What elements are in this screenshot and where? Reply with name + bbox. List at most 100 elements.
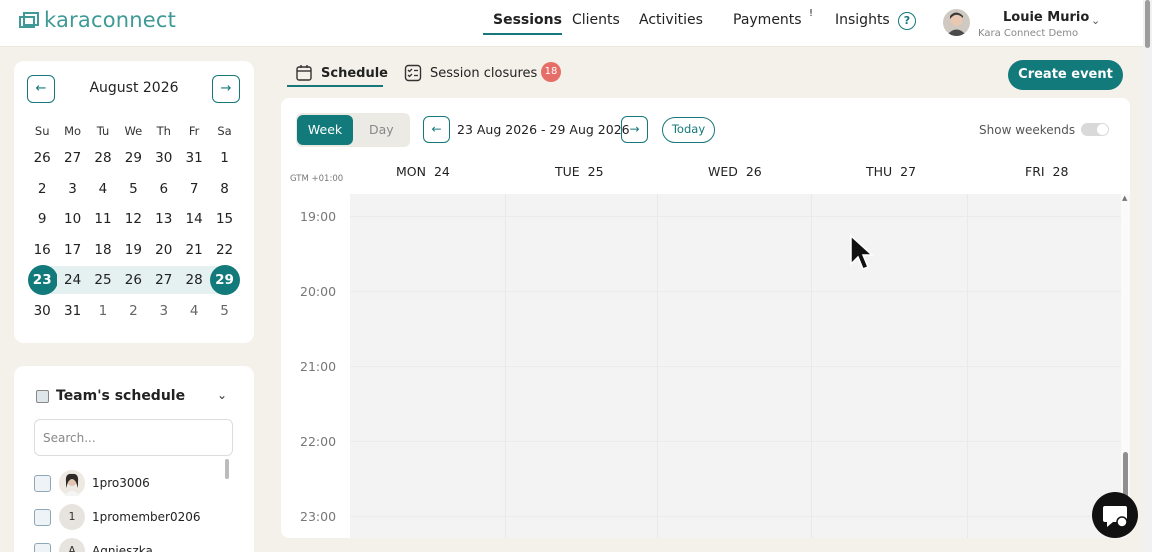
calendar-day[interactable]: 17 xyxy=(57,236,87,264)
calendar-day[interactable]: 1 xyxy=(209,144,239,172)
karaconnect-logo[interactable]: karaconnect xyxy=(18,8,176,32)
team-schedule-title: Team's schedule xyxy=(56,388,186,404)
payments-alert-marker: ! xyxy=(809,8,814,19)
calendar-day[interactable]: 5 xyxy=(118,175,148,203)
calendar-day[interactable]: 25 xyxy=(87,266,119,295)
nav-sessions[interactable]: Sessions xyxy=(493,12,562,28)
calendar-day[interactable]: 28 xyxy=(88,144,118,172)
nav-payments[interactable]: Payments xyxy=(733,12,802,28)
checklist-icon xyxy=(404,64,422,82)
today-button[interactable]: Today xyxy=(662,117,715,143)
calendar-day[interactable]: 16 xyxy=(27,236,57,264)
team-member-row[interactable]: 1pro3006 xyxy=(34,470,150,496)
calendar-day[interactable]: 4 xyxy=(179,297,209,325)
calendar-day[interactable]: 28 xyxy=(178,266,210,295)
day-view-button[interactable]: Day xyxy=(369,115,394,145)
calendar-day[interactable]: 7 xyxy=(179,175,209,203)
member-checkbox[interactable] xyxy=(34,474,51,492)
next-month-button[interactable]: → xyxy=(212,75,240,103)
calendar-day[interactable]: 26 xyxy=(27,144,57,172)
calendar-grid: Su Mo Tu We Th Fr Sa 26 27 28 29 30 31 1… xyxy=(27,119,241,326)
calendar-day[interactable]: 6 xyxy=(149,175,179,203)
calendar-day[interactable]: 27 xyxy=(57,144,87,172)
calendar-day[interactable]: 29 xyxy=(118,144,148,172)
member-name: 1promember0206 xyxy=(92,510,201,524)
team-schedule-panel: Team's schedule ⌄ 1pro3006 1 1promember0… xyxy=(14,366,254,552)
nav-clients[interactable]: Clients xyxy=(572,12,620,28)
calendar-day[interactable]: 10 xyxy=(57,205,87,233)
tab-schedule[interactable]: Schedule xyxy=(295,64,388,82)
member-avatar: 1 xyxy=(59,504,85,530)
calendar-day-range-start[interactable]: 23 xyxy=(27,265,58,296)
calendar-day[interactable]: 19 xyxy=(118,236,148,264)
scroll-up-icon[interactable]: ▲ xyxy=(1122,194,1127,202)
day-header-wed: WED 26 xyxy=(708,164,762,179)
mini-calendar: ← August 2026 → Su Mo Tu We Th Fr Sa 26 … xyxy=(14,61,254,343)
top-header: karaconnect Sessions Clients Activities … xyxy=(0,0,1152,47)
calendar-day[interactable]: 9 xyxy=(27,205,57,233)
create-event-button[interactable]: Create event xyxy=(1008,60,1123,90)
calendar-day[interactable]: 3 xyxy=(149,297,179,325)
day-number: 27 xyxy=(900,164,917,179)
week-view-button[interactable]: Week xyxy=(297,115,353,145)
team-member-row[interactable]: 1 1promember0206 xyxy=(34,504,201,530)
arrow-right-icon: → xyxy=(629,122,640,136)
calendar-time-grid[interactable] xyxy=(350,194,1121,538)
nav-insights[interactable]: Insights xyxy=(835,12,890,28)
calendar-day[interactable]: 24 xyxy=(57,266,88,295)
calendar-day[interactable]: 2 xyxy=(27,175,57,203)
page-scrollbar[interactable] xyxy=(1143,0,1152,552)
user-avatar[interactable] xyxy=(943,9,970,36)
calendar-day[interactable]: 1 xyxy=(88,297,118,325)
calendar-day[interactable]: 20 xyxy=(149,236,179,264)
tab-schedule-label: Schedule xyxy=(321,65,388,81)
page-scrollbar-thumb[interactable] xyxy=(1145,0,1150,48)
calendar-day[interactable]: 26 xyxy=(118,266,149,295)
member-checkbox[interactable] xyxy=(34,542,51,552)
calendar-day[interactable]: 4 xyxy=(88,175,118,203)
calendar-day[interactable]: 22 xyxy=(209,236,239,264)
calendar-day[interactable]: 8 xyxy=(209,175,239,203)
date-range-label: 23 Aug 2026 - 29 Aug 2026 xyxy=(457,122,630,137)
calendar-day[interactable]: 13 xyxy=(149,205,179,233)
nav-activities[interactable]: Activities xyxy=(639,12,703,28)
help-icon[interactable]: ? xyxy=(898,12,916,30)
schedule-scrollbar[interactable]: ▲ xyxy=(1121,194,1130,538)
calendar-day[interactable]: 11 xyxy=(88,205,118,233)
user-name[interactable]: Louie Murio xyxy=(1003,10,1089,25)
hour-line xyxy=(350,216,1121,217)
calendar-day[interactable]: 27 xyxy=(148,266,179,295)
calendar-day-range-end[interactable]: 29 xyxy=(209,265,241,296)
chevron-down-icon[interactable]: ⌄ xyxy=(217,388,227,402)
next-week-button[interactable]: → xyxy=(621,116,648,143)
calendar-day[interactable]: 21 xyxy=(179,236,209,264)
calendar-day[interactable]: 3 xyxy=(57,175,87,203)
calendar-day[interactable]: 15 xyxy=(209,205,239,233)
calendar-day-label: 23 xyxy=(32,272,52,289)
calendar-day[interactable]: 30 xyxy=(27,297,57,325)
chat-support-button[interactable] xyxy=(1092,492,1138,538)
calendar-day[interactable]: 14 xyxy=(179,205,209,233)
team-search-input[interactable] xyxy=(34,419,233,456)
calendar-day[interactable]: 12 xyxy=(118,205,148,233)
day-number: 28 xyxy=(1052,164,1069,179)
chevron-down-icon[interactable]: ⌄ xyxy=(1091,14,1100,27)
show-weekends-toggle[interactable] xyxy=(1081,123,1109,136)
team-member-row[interactable]: A Agnieszka xyxy=(34,538,153,552)
calendar-day[interactable]: 2 xyxy=(118,297,148,325)
calendar-day[interactable]: 30 xyxy=(149,144,179,172)
calendar-day[interactable]: 18 xyxy=(88,236,118,264)
tab-session-closures[interactable]: Session closures xyxy=(404,64,537,82)
member-list-scrollbar[interactable] xyxy=(225,459,229,479)
calendar-day[interactable]: 31 xyxy=(57,297,87,325)
day-number: 25 xyxy=(587,164,604,179)
calendar-day[interactable]: 5 xyxy=(209,297,239,325)
hour-line xyxy=(350,516,1121,517)
logo-icon xyxy=(19,12,39,28)
prev-week-button[interactable]: ← xyxy=(423,116,450,143)
calendar-day[interactable]: 31 xyxy=(179,144,209,172)
show-weekends-label: Show weekends xyxy=(979,123,1076,137)
member-checkbox[interactable] xyxy=(34,508,51,526)
weekday-label: Mo xyxy=(64,124,82,138)
calendar-icon xyxy=(296,65,312,81)
